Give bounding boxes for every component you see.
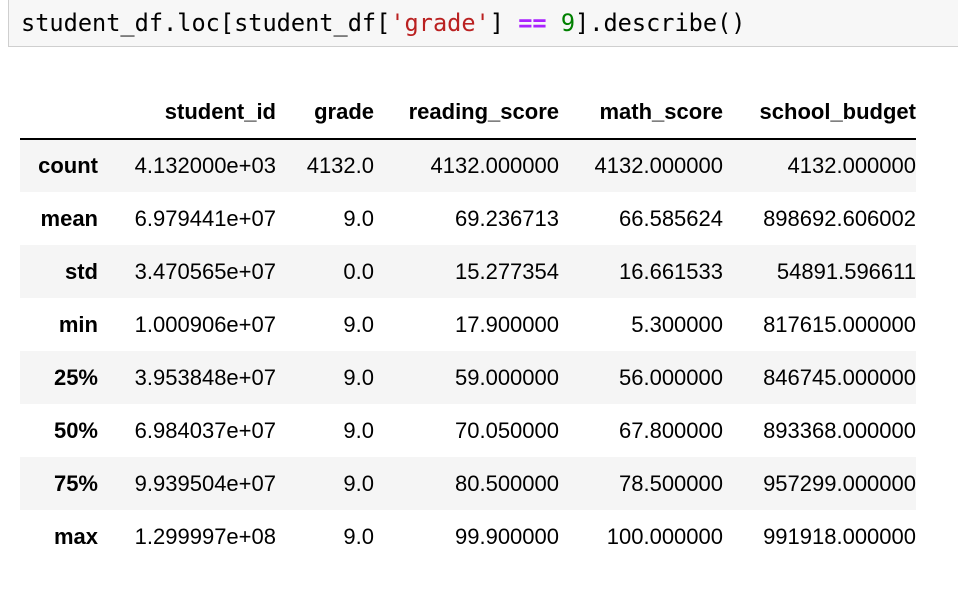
code-text: ].describe() [575, 9, 746, 37]
row-label: 25% [53, 364, 98, 390]
column-header: math_score [559, 86, 723, 140]
row-label: 50% [53, 417, 98, 443]
header-row: student_id grade reading_score math_scor… [20, 86, 916, 140]
table-cell: 9.0 [343, 205, 374, 231]
table-cell: 15.277354 [455, 258, 559, 284]
code-line[interactable]: student_df.loc[student_df['grade'] == 9]… [21, 9, 746, 37]
row-label: min [58, 311, 98, 337]
table-cell: 898692.606002 [763, 205, 916, 231]
row-label: max [53, 523, 98, 549]
table-cell: 1.000906e+07 [134, 311, 276, 337]
table-cell: 78.500000 [619, 470, 723, 496]
code-string: 'grade' [390, 9, 490, 37]
row-label: count [38, 153, 98, 178]
table-cell: 80.500000 [455, 470, 559, 496]
code-text: student_df.loc[student_df[ [21, 9, 391, 37]
code-number: 9 [560, 9, 576, 37]
table-cell: 67.800000 [619, 417, 723, 443]
table-cell: 100.000000 [606, 523, 723, 549]
index-header [20, 86, 98, 140]
table-cell: 66.585624 [619, 205, 723, 231]
table-row: 50% 6.984037e+07 9.0 70.050000 67.800000… [20, 404, 916, 457]
table-cell: 5.300000 [631, 311, 723, 337]
table-cell: 0.0 [343, 258, 374, 284]
table-row: std 3.470565e+07 0.0 15.277354 16.661533… [20, 245, 916, 298]
table-cell: 99.900000 [455, 523, 559, 549]
table-cell: 4132.0 [306, 153, 374, 178]
code-operator: == [518, 9, 547, 37]
table-cell: 4132.000000 [594, 153, 723, 178]
code-text: ] [489, 9, 519, 37]
table-cell: 54891.596611 [776, 258, 916, 284]
column-header: grade [276, 86, 374, 140]
table-cell: 3.953848e+07 [134, 364, 276, 390]
row-label: 75% [53, 470, 98, 496]
table-cell: 893368.000000 [763, 417, 916, 443]
table-cell: 9.0 [343, 523, 374, 549]
table-cell: 17.900000 [455, 311, 559, 337]
table-cell: 59.000000 [455, 364, 559, 390]
describe-output-table: student_id grade reading_score math_scor… [20, 86, 916, 563]
table-cell: 4132.000000 [430, 153, 559, 178]
table-cell: 70.050000 [455, 417, 559, 443]
table-cell: 957299.000000 [763, 470, 916, 496]
column-header: school_budget [723, 86, 916, 140]
table-cell: 56.000000 [619, 364, 723, 390]
table-cell: 9.0 [343, 470, 374, 496]
column-header: student_id [98, 86, 276, 140]
code-cell[interactable]: student_df.loc[student_df['grade'] == 9]… [8, 0, 958, 47]
table-row: min 1.000906e+07 9.0 17.900000 5.300000 … [20, 298, 916, 351]
table-cell: 9.0 [343, 364, 374, 390]
table-cell: 9.0 [343, 417, 374, 443]
table-cell: 16.661533 [619, 258, 723, 284]
table-cell: 6.979441e+07 [134, 205, 276, 231]
table-cell: 4.132000e+03 [134, 153, 276, 178]
table-cell: 9.939504e+07 [134, 470, 276, 496]
table-cell: 3.470565e+07 [134, 258, 276, 284]
table-row: 75% 9.939504e+07 9.0 80.500000 78.500000… [20, 457, 916, 510]
table-cell: 991918.000000 [763, 523, 916, 549]
column-header: reading_score [374, 86, 559, 140]
table-cell: 69.236713 [455, 205, 559, 231]
table-cell: 4132.000000 [787, 153, 916, 178]
table-row: 25% 3.953848e+07 9.0 59.000000 56.000000… [20, 351, 916, 404]
table-cell: 1.299997e+08 [134, 523, 276, 549]
row-label: mean [40, 205, 98, 231]
table-cell: 846745.000000 [763, 364, 916, 390]
table-row: count 4.132000e+03 4132.0 4132.000000 41… [20, 139, 916, 192]
table-header: student_id grade reading_score math_scor… [20, 86, 916, 140]
table-body: count 4.132000e+03 4132.0 4132.000000 41… [20, 139, 916, 563]
row-label: std [65, 258, 98, 284]
table-row: max 1.299997e+08 9.0 99.900000 100.00000… [20, 510, 916, 563]
table-row: mean 6.979441e+07 9.0 69.236713 66.58562… [20, 192, 916, 245]
table-cell: 9.0 [343, 311, 374, 337]
table-cell: 6.984037e+07 [134, 417, 276, 443]
table-cell: 817615.000000 [763, 311, 916, 337]
